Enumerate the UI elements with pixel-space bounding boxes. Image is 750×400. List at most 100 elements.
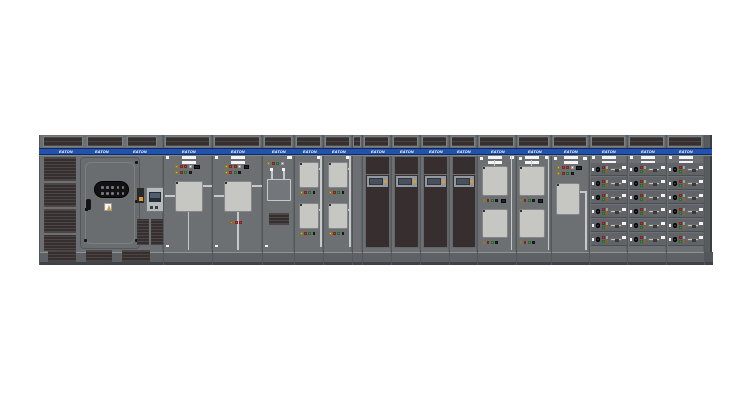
indicator-light (644, 166, 647, 169)
handle-grip (615, 239, 619, 242)
door-handle (85, 208, 88, 211)
indicator-light (606, 198, 609, 201)
indicator-light (495, 241, 498, 244)
breaker-handle (687, 196, 699, 200)
label-plate (630, 210, 632, 213)
indicator-light (566, 166, 569, 169)
indicator-light (602, 212, 605, 215)
indicator-light (679, 180, 682, 183)
label-plate (679, 156, 693, 159)
mimic-bus-line (271, 171, 273, 179)
indicator-light (679, 166, 682, 169)
indicator-light (267, 162, 270, 165)
indicator-light (644, 198, 647, 201)
mimic-bus-line (511, 156, 513, 250)
indicator-light (175, 171, 178, 174)
label-plate (669, 210, 671, 213)
drawout-breaker (556, 183, 580, 215)
indicator-light (602, 166, 605, 169)
button-center (635, 169, 637, 171)
label-plate (630, 196, 632, 199)
drive-display-bezel (367, 176, 388, 187)
mcc-bucket (629, 177, 666, 190)
roof-vent-panel (296, 136, 321, 147)
label-plate (699, 208, 703, 211)
label-plate (519, 157, 522, 160)
brand-logo: EATON (602, 150, 614, 154)
indicator-light (644, 194, 647, 197)
label-plate (661, 222, 665, 225)
label-plate (622, 180, 626, 183)
indicator-light (557, 172, 560, 175)
mcc-bucket (591, 205, 627, 218)
indicator-light (679, 194, 682, 197)
indicator-light (602, 198, 605, 201)
label-plate (265, 245, 268, 247)
button-center (597, 211, 599, 213)
breaker-window (300, 163, 302, 165)
indicator-light (640, 198, 643, 201)
kick-plate (705, 252, 713, 265)
brand-logo: EATON (371, 150, 383, 154)
button-center (674, 197, 676, 199)
indicator-light (679, 212, 682, 215)
label-plate (630, 238, 632, 241)
button-center (674, 225, 676, 227)
indicator-light (225, 165, 228, 168)
indicator-light (644, 170, 647, 173)
indicator-light (239, 221, 242, 224)
label-plate (669, 238, 671, 241)
drawout-breaker (328, 162, 348, 188)
white-background: EATONEATONEATONEATONEATONEATONEATONEATON… (0, 0, 750, 400)
handle-grip (653, 169, 657, 172)
indicator-light (566, 172, 569, 175)
label-plate (661, 194, 665, 197)
drawout-breaker (175, 181, 203, 212)
indicator-light (679, 208, 682, 211)
power-meter (146, 187, 164, 212)
louver-vent (122, 250, 150, 262)
mcc-bucket (668, 177, 704, 190)
brand-logo: EATON (182, 150, 194, 154)
drive-door (452, 156, 476, 248)
drive-run-light (384, 180, 387, 183)
main-door (80, 157, 140, 249)
roof-vent-panel (127, 136, 157, 147)
mimic-bus-line (585, 191, 587, 250)
indicator-light (640, 166, 643, 169)
mimic-bus-line (348, 209, 349, 211)
selector-switch (538, 199, 543, 203)
indicator-light (640, 180, 643, 183)
indicator-light (342, 232, 345, 235)
indicator-light (524, 241, 527, 244)
mcc-bucket (591, 191, 627, 204)
breaker-handle (687, 238, 699, 242)
indicator-light (606, 212, 609, 215)
louver-vent (44, 157, 76, 181)
label-plate (622, 166, 626, 169)
label-plate (699, 166, 703, 169)
indicator-light (180, 165, 183, 168)
drawout-breaker (519, 209, 545, 238)
indicator-light (524, 199, 527, 202)
indicator-light (640, 208, 643, 211)
breaker-handle (687, 210, 699, 214)
mcc-bucket (668, 233, 704, 246)
indicator-light (683, 236, 686, 239)
mcc-bucket (629, 219, 666, 232)
indicator-light (679, 236, 682, 239)
label-plate (166, 156, 169, 159)
warning-triangle-icon (107, 205, 111, 210)
mcc-bucket (591, 163, 627, 176)
indicator-light (683, 166, 686, 169)
switchgear-lineup: EATONEATONEATONEATONEATONEATONEATONEATON… (39, 135, 712, 265)
indicator-light (281, 162, 284, 165)
breaker-handle (687, 224, 699, 228)
roof-vent-panel (518, 136, 549, 147)
roof-vent-panel (629, 136, 664, 147)
indicator-light (528, 241, 531, 244)
kick-plate (590, 252, 628, 265)
indicator-light (333, 232, 336, 235)
indicator-light (304, 232, 307, 235)
indicator-light (640, 240, 643, 243)
